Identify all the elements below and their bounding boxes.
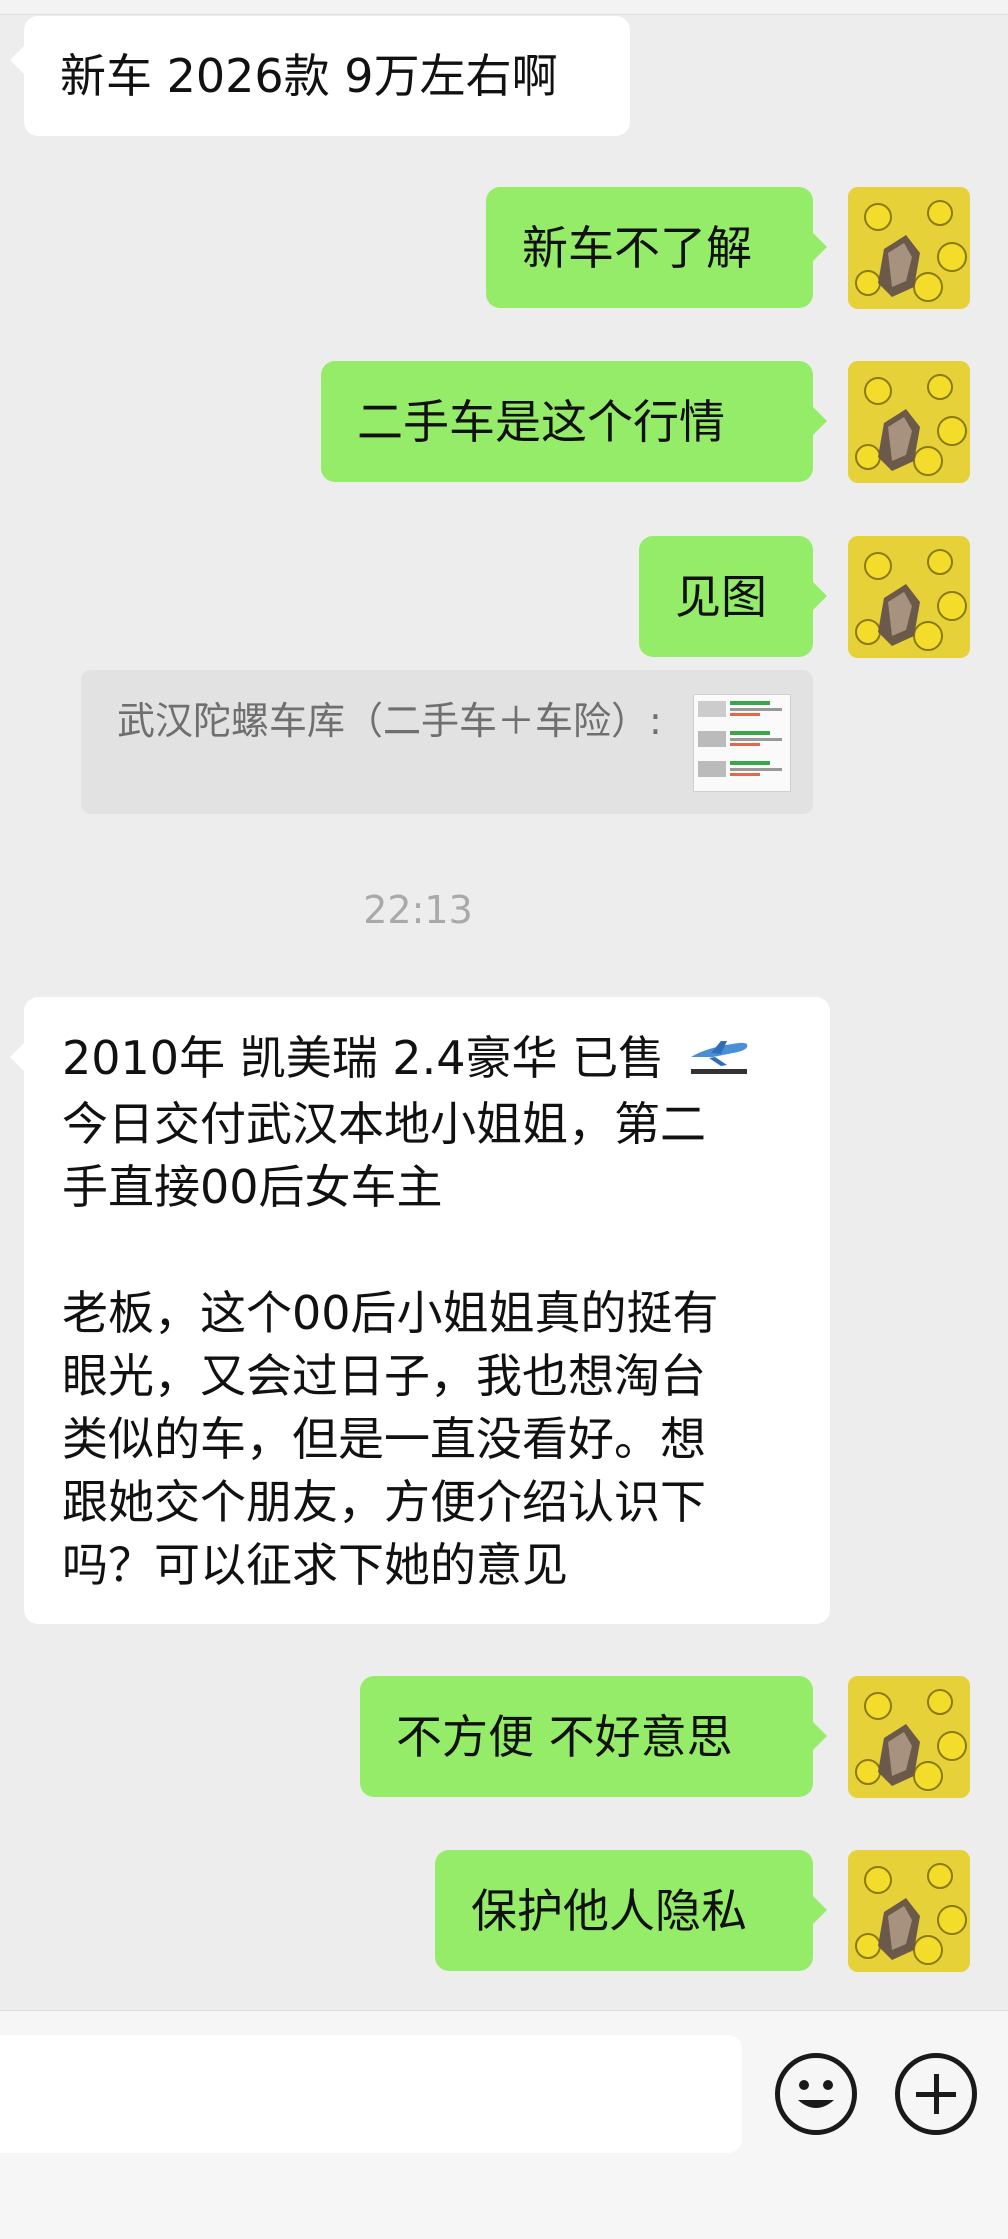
quoted-image-thumbnail[interactable] bbox=[693, 694, 791, 792]
message-line: 手直接00后女车主 bbox=[62, 1160, 443, 1214]
airplane-icon bbox=[687, 1030, 751, 1093]
avatar[interactable] bbox=[848, 536, 970, 658]
message-timestamp: 22:13 bbox=[363, 888, 473, 932]
message-line: 今日交付武汉本地小姐姐，第二 bbox=[62, 1097, 706, 1151]
message-bubble-received[interactable]: 新车 2026款 9万左右啊 bbox=[10, 16, 630, 136]
message-line: 2010年 凯美瑞 2.4豪华 已售 bbox=[62, 1027, 810, 1093]
avatar[interactable] bbox=[848, 361, 970, 483]
message-text: 新车 2026款 9万左右啊 bbox=[60, 49, 558, 103]
message-text: 见图 bbox=[675, 569, 767, 624]
message-input[interactable] bbox=[0, 2035, 742, 2153]
avatar[interactable] bbox=[848, 187, 970, 309]
plus-icon[interactable] bbox=[895, 2053, 977, 2135]
message-bubble-sent[interactable]: 保护他人隐私 bbox=[435, 1850, 827, 1971]
message-line: 跟她交个朋友，方便介绍认识下 bbox=[62, 1475, 706, 1529]
message-line: 类似的车，但是一直没看好。想 bbox=[62, 1412, 706, 1466]
quoted-message[interactable]: 武汉陀螺车库（二手车＋车险）: bbox=[81, 670, 813, 814]
avatar[interactable] bbox=[848, 1676, 970, 1798]
message-line: 老板，这个00后小姐姐真的挺有 bbox=[62, 1286, 719, 1340]
message-line: 吗？可以征求下她的意见 bbox=[62, 1538, 568, 1592]
message-bubble-received[interactable]: 2010年 凯美瑞 2.4豪华 已售 今日交付武汉本地小姐姐，第二 手直接00后… bbox=[10, 997, 830, 1624]
quoted-message-text: 武汉陀螺车库（二手车＋车险）: bbox=[117, 699, 662, 743]
message-line: 眼光，又会过日子，我也想淘台 bbox=[62, 1349, 706, 1403]
message-bubble-sent[interactable]: 新车不了解 bbox=[486, 187, 827, 308]
message-text: 不方便 不好意思 bbox=[396, 1709, 733, 1764]
message-bubble-sent[interactable]: 见图 bbox=[639, 536, 827, 657]
message-bubble-sent[interactable]: 二手车是这个行情 bbox=[321, 361, 827, 482]
emoji-icon[interactable] bbox=[775, 2053, 857, 2135]
input-bar bbox=[0, 2010, 1008, 2239]
avatar[interactable] bbox=[848, 1850, 970, 1972]
chat-area[interactable]: 新车 2026款 9万左右啊 新车不了解 二手车是这个行情 见图 武汉陀螺车库（… bbox=[0, 0, 1008, 2010]
message-bubble-sent[interactable]: 不方便 不好意思 bbox=[360, 1676, 827, 1797]
message-text: 保护他人隐私 bbox=[471, 1883, 747, 1938]
message-text: 二手车是这个行情 bbox=[357, 394, 725, 449]
message-text: 新车不了解 bbox=[522, 220, 752, 275]
